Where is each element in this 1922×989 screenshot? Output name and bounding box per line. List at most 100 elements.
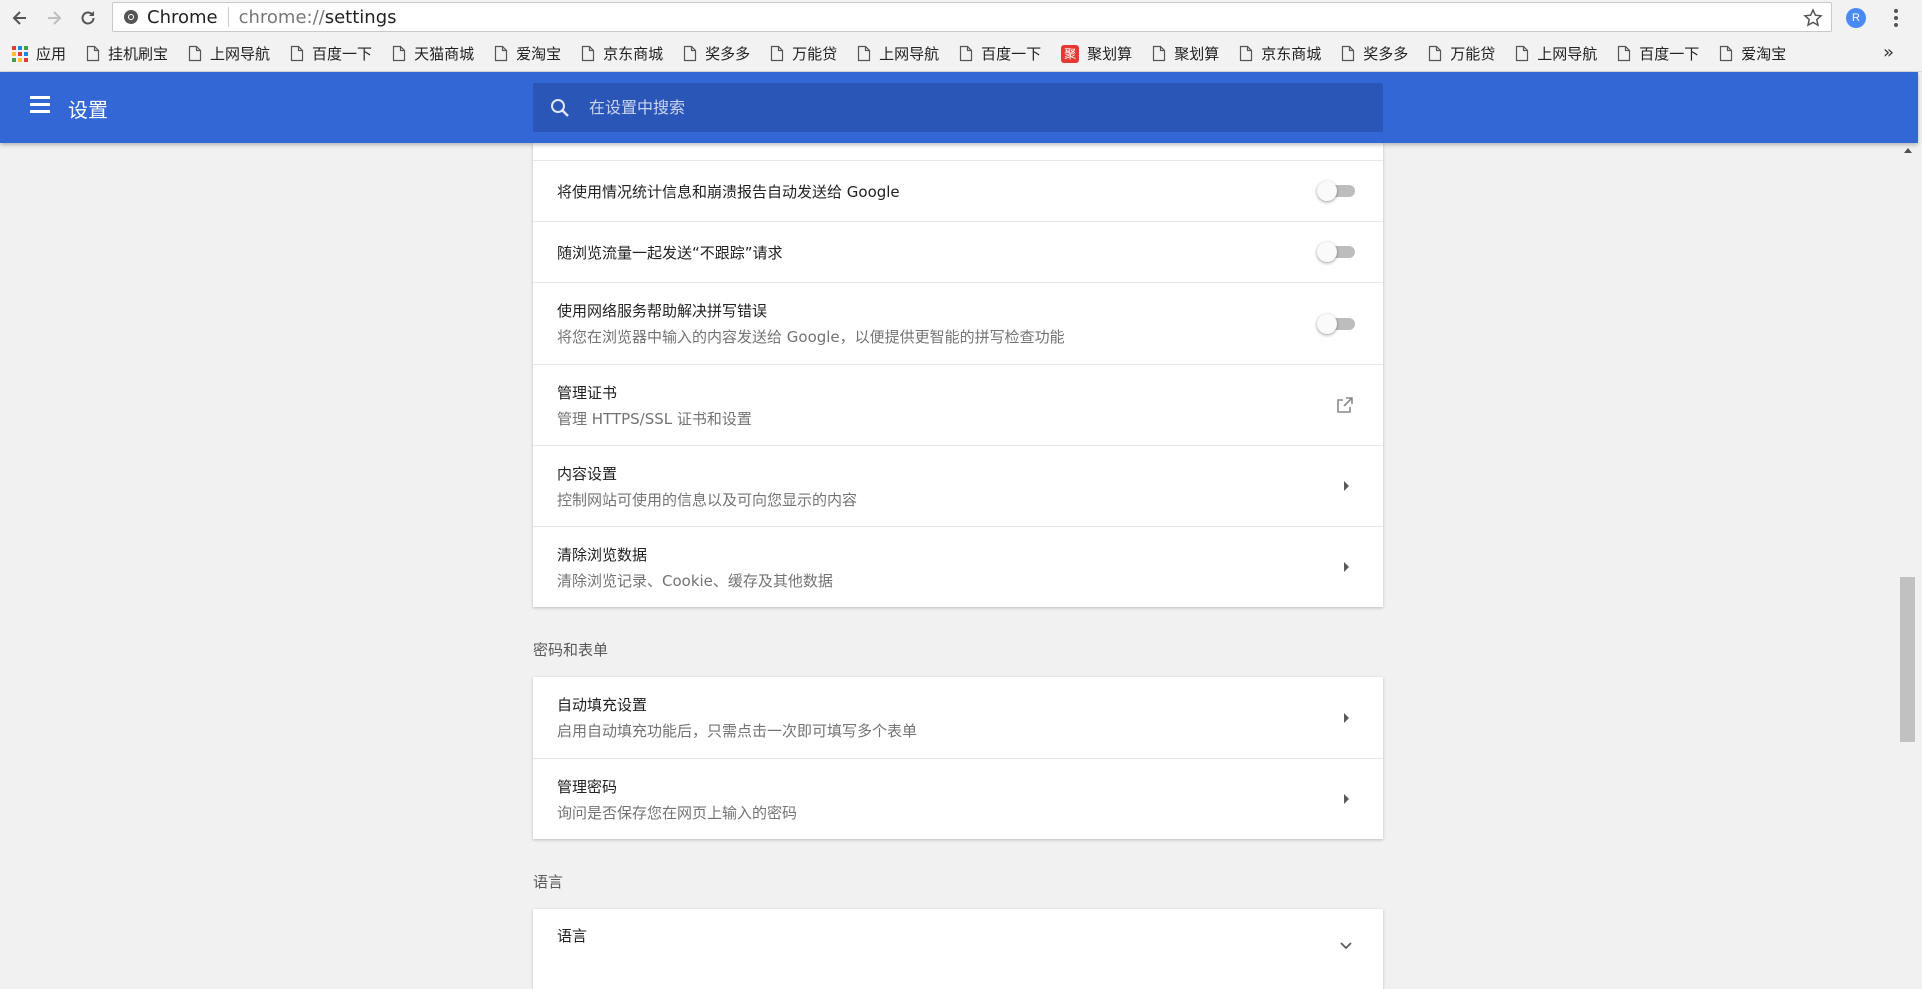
bookmark-label: 上网导航: [1537, 45, 1598, 63]
page-icon: [86, 45, 100, 62]
passwords-section-title: 密码和表单: [533, 641, 609, 659]
bookmark-item[interactable]: 京东商城: [1239, 43, 1321, 64]
manage-certificates-row[interactable]: 管理证书 管理 HTTPS/SSL 证书和设置: [533, 364, 1383, 445]
autofill-label: 自动填充设置: [557, 696, 648, 714]
url-path: settings: [324, 6, 397, 28]
manage-passwords-label: 管理密码: [557, 777, 618, 796]
reload-icon: [81, 11, 95, 25]
bookmarks-bar: 应用 挂机刷宝 上网导航 百度一下 天猫商城 爱淘宝 京东商城 奖多多 万能贷 上网导航 百度一下 聚…: [0, 36, 1922, 72]
page-icon: [771, 45, 784, 62]
usage-stats-row[interactable]: 将使用情况统计信息和崩溃报告自动发送给 Google: [533, 160, 1383, 221]
page-icon: [392, 45, 406, 62]
arrow-right-icon[interactable]: [1344, 794, 1349, 804]
chrome-menu-icon[interactable]: [1884, 6, 1908, 30]
chrome-icon: [124, 10, 138, 24]
do-not-track-row[interactable]: 随浏览流量一起发送“不跟踪”请求: [533, 221, 1383, 282]
scrollbar[interactable]: [1898, 143, 1918, 954]
manage-certificates-label: 管理证书: [557, 383, 618, 402]
page-icon: [494, 45, 508, 62]
address-bar[interactable]: Chrome chrome://settings: [112, 2, 1832, 32]
do-not-track-label: 随浏览流量一起发送“不跟踪”请求: [557, 243, 783, 262]
spellcheck-label: 使用网络服务帮助解决拼写错误: [557, 302, 768, 320]
bookmark-label: 爱淘宝: [516, 45, 562, 63]
bookmark-item[interactable]: 爱淘宝: [1719, 43, 1786, 64]
privacy-card: 将使用情况统计信息和崩溃报告自动发送给 Google 随浏览流量一起发送“不跟踪…: [533, 143, 1383, 607]
bookmark-label: 聚划算: [1174, 45, 1220, 63]
page-icon: [1153, 45, 1166, 62]
chevron-down-icon[interactable]: [1339, 939, 1353, 953]
bookmark-item[interactable]: 奖多多: [683, 43, 750, 64]
scroll-up-arrow-icon[interactable]: [1904, 148, 1912, 153]
bookmark-item[interactable]: 挂机刷宝: [86, 43, 168, 64]
menu-icon[interactable]: [30, 96, 52, 118]
bookmark-item[interactable]: 应用: [12, 43, 66, 64]
bookmark-label: 奖多多: [1363, 45, 1409, 63]
do-not-track-toggle[interactable]: [1317, 242, 1355, 262]
bookmark-label: 百度一下: [981, 45, 1042, 63]
page-icon: [1720, 45, 1733, 62]
language-row[interactable]: 语言: [533, 909, 1383, 989]
arrow-right-icon[interactable]: [1344, 481, 1349, 491]
scrollbar-thumb[interactable]: [1900, 577, 1915, 742]
page-icon: [290, 45, 304, 62]
bookmark-item[interactable]: 百度一下: [290, 43, 372, 64]
usage-stats-toggle[interactable]: [1317, 181, 1355, 201]
back-arrow-icon: [12, 11, 26, 25]
bookmark-item[interactable]: 上网导航: [188, 43, 270, 64]
bookmark-label: 京东商城: [1261, 45, 1322, 63]
content-settings-sublabel: 控制网站可使用的信息以及可向您显示的内容: [557, 490, 858, 509]
extension-icon[interactable]: R: [1846, 8, 1866, 28]
spellcheck-row[interactable]: 使用网络服务帮助解决拼写错误 将您在浏览器中输入的内容发送给 Google，以便…: [533, 282, 1383, 364]
bookmark-item[interactable]: 奖多多: [1341, 43, 1408, 64]
clear-browsing-data-row[interactable]: 清除浏览数据 清除浏览记录、Cookie、缓存及其他数据: [533, 526, 1383, 607]
manage-passwords-row[interactable]: 管理密码 询问是否保存您在网页上输入的密码: [533, 758, 1383, 839]
forward-arrow-icon: [48, 11, 62, 25]
settings-search-box[interactable]: [533, 83, 1383, 132]
bookmark-label: 聚划算: [1087, 45, 1133, 63]
open-in-new-icon[interactable]: [1335, 395, 1355, 415]
content-settings-label: 内容设置: [557, 464, 618, 483]
search-icon: [551, 98, 569, 117]
bookmark-item[interactable]: 百度一下: [1617, 43, 1699, 64]
bookmark-label: 万能贷: [792, 45, 838, 63]
arrow-right-icon[interactable]: [1344, 562, 1349, 572]
bookmark-item[interactable]: 聚聚划算: [1061, 43, 1132, 64]
search-input[interactable]: [587, 97, 1351, 118]
page-icon: [581, 45, 595, 62]
back-button[interactable]: [6, 4, 34, 32]
bookmark-item[interactable]: 百度一下: [959, 43, 1041, 64]
forward-button[interactable]: [40, 4, 68, 32]
reload-button[interactable]: [74, 4, 102, 32]
spellcheck-toggle[interactable]: [1317, 313, 1355, 334]
previous-row-partial: [533, 143, 1383, 160]
bookmark-item[interactable]: 万能贷: [1428, 43, 1495, 64]
page-icon: [1342, 45, 1355, 62]
page-icon: [858, 45, 871, 62]
bookmark-label: 万能贷: [1450, 45, 1496, 63]
bookmark-item[interactable]: 天猫商城: [392, 43, 474, 64]
bookmark-label: 天猫商城: [414, 45, 475, 63]
bookmark-label: 上网导航: [879, 45, 940, 63]
bookmark-item[interactable]: 京东商城: [581, 43, 663, 64]
apps-grid-icon: [12, 45, 28, 62]
page-icon: [684, 45, 697, 62]
bookmark-label: 爱淘宝: [1741, 45, 1787, 63]
bookmark-item[interactable]: 上网导航: [857, 43, 939, 64]
bookmark-item[interactable]: 上网导航: [1515, 43, 1597, 64]
manage-certificates-sublabel: 管理 HTTPS/SSL 证书和设置: [557, 409, 752, 428]
content-settings-row[interactable]: 内容设置 控制网站可使用的信息以及可向您显示的内容: [533, 445, 1383, 526]
arrow-right-icon[interactable]: [1344, 712, 1349, 723]
bookmark-label: 上网导航: [210, 45, 271, 63]
bookmark-star-icon[interactable]: [1803, 8, 1823, 28]
bookmark-item[interactable]: 万能贷: [770, 43, 837, 64]
url-text: chrome://settings: [239, 7, 397, 28]
bookmark-item[interactable]: 爱淘宝: [494, 43, 561, 64]
language-label: 语言: [557, 927, 588, 945]
omnibox-separator: [227, 7, 229, 27]
bookmark-label: 京东商城: [603, 45, 664, 63]
autofill-row[interactable]: 自动填充设置 启用自动填充功能后，只需点击一次即可填写多个表单: [533, 677, 1383, 758]
settings-header: 设置: [0, 72, 1918, 143]
bookmarks-overflow-button[interactable]: »: [1883, 42, 1894, 63]
bookmark-item[interactable]: 聚划算: [1152, 43, 1219, 64]
page-icon: [188, 45, 202, 62]
